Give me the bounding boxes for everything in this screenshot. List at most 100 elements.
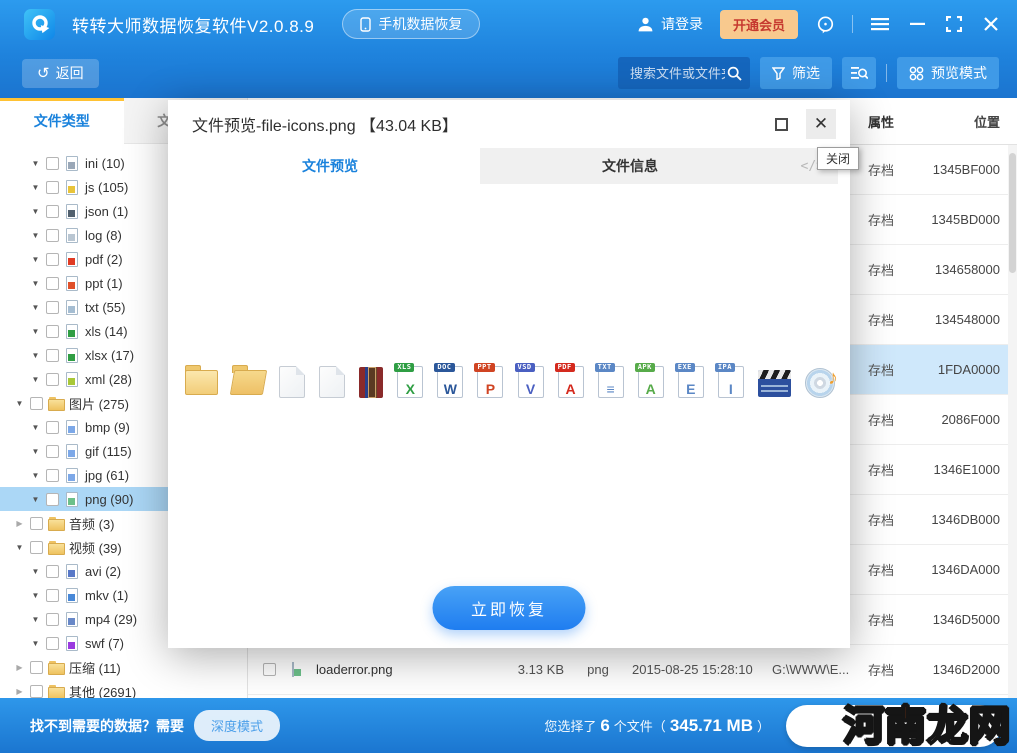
search-icon[interactable] — [727, 66, 742, 81]
filter-button[interactable]: 筛选 — [760, 57, 832, 89]
recover-selected-button[interactable] — [786, 705, 1001, 747]
login-button[interactable]: 请登录 — [637, 14, 703, 34]
tree-checkbox[interactable] — [46, 565, 59, 578]
cell-file-attr: 存档 — [850, 610, 912, 629]
modal-maximize-button[interactable] — [766, 109, 796, 139]
tree-checkbox[interactable] — [46, 229, 59, 242]
collapse-arrow-icon[interactable]: ▼ — [30, 255, 41, 264]
file-type-badge: APK — [635, 363, 655, 372]
tree-checkbox[interactable] — [46, 301, 59, 314]
collapse-arrow-icon[interactable]: ▼ — [30, 615, 41, 624]
vip-button[interactable]: 开通会员 — [720, 10, 798, 39]
tab-file-preview[interactable]: 文件预览 — [180, 148, 480, 184]
tree-checkbox[interactable] — [30, 397, 43, 410]
pdf-file-icon: PDFA — [558, 366, 584, 398]
tree-checkbox[interactable] — [30, 541, 43, 554]
search-list-icon — [851, 65, 868, 81]
tree-checkbox[interactable] — [46, 373, 59, 386]
header-location[interactable]: 位置 — [912, 112, 1008, 131]
tree-checkbox[interactable] — [46, 493, 59, 506]
collapse-arrow-icon[interactable]: ▼ — [30, 447, 41, 456]
collapse-arrow-icon[interactable]: ▼ — [30, 279, 41, 288]
tree-checkbox[interactable] — [46, 325, 59, 338]
minimize-icon[interactable] — [907, 14, 927, 34]
collapse-arrow-icon[interactable]: ▼ — [30, 591, 41, 600]
expand-arrow-icon[interactable]: ▶ — [14, 663, 25, 672]
collapse-arrow-icon[interactable]: ▼ — [30, 207, 41, 216]
tree-checkbox[interactable] — [30, 517, 43, 530]
row-checkbox[interactable] — [263, 663, 276, 676]
phone-recovery-button[interactable]: 手机数据恢复 — [342, 9, 480, 39]
collapse-arrow-icon[interactable]: ▼ — [30, 375, 41, 384]
titlebar-controls: 请登录 开通会员 — [637, 10, 1001, 39]
collapse-arrow-icon[interactable]: ▼ — [30, 471, 41, 480]
tree-item-label: jpg (61) — [85, 468, 129, 483]
tree-checkbox[interactable] — [46, 253, 59, 266]
close-icon[interactable] — [981, 14, 1001, 34]
collapse-arrow-icon[interactable]: ▼ — [30, 303, 41, 312]
tree-checkbox[interactable] — [46, 445, 59, 458]
tab-file-type[interactable]: 文件类型 — [0, 98, 124, 144]
collapse-arrow-icon[interactable]: ▼ — [30, 183, 41, 192]
cell-file-location: 1346DB000 — [912, 512, 1008, 527]
scrollbar-thumb[interactable] — [1009, 153, 1016, 273]
tree-checkbox[interactable] — [46, 421, 59, 434]
table-scrollbar[interactable] — [1008, 145, 1017, 698]
collapse-arrow-icon[interactable]: ▼ — [14, 543, 25, 552]
tree-checkbox[interactable] — [46, 277, 59, 290]
collapse-arrow-icon[interactable]: ▼ — [30, 231, 41, 240]
search-input[interactable] — [628, 65, 727, 82]
table-row[interactable]: loaderror.png3.13 KBpng2015-08-25 15:28:… — [248, 645, 1017, 695]
selection-summary: 您选择了 6 个文件（ 345.71 MB ） — [544, 716, 770, 736]
tree-checkbox[interactable] — [46, 157, 59, 170]
tree-checkbox[interactable] — [46, 637, 59, 650]
tree-checkbox[interactable] — [46, 349, 59, 362]
tree-item-zip[interactable]: ▶ 压缩 (11) — [0, 655, 247, 679]
collapse-arrow-icon[interactable]: ▼ — [30, 351, 41, 360]
collapse-arrow-icon[interactable]: ▼ — [30, 567, 41, 576]
cell-file-attr: 存档 — [850, 160, 912, 179]
tab-file-info[interactable]: 文件信息 — [480, 148, 780, 184]
tree-checkbox[interactable] — [46, 613, 59, 626]
tree-checkbox[interactable] — [46, 205, 59, 218]
collapse-arrow-icon[interactable]: ▼ — [30, 423, 41, 432]
selection-prefix: 您选择了 — [544, 716, 596, 735]
tree-checkbox[interactable] — [46, 181, 59, 194]
tree-checkbox[interactable] — [30, 661, 43, 674]
tree-item-label: swf (7) — [85, 636, 124, 651]
header-attr[interactable]: 属性 — [850, 112, 912, 131]
collapse-arrow-icon[interactable]: ▼ — [30, 159, 41, 168]
tree-item-label: txt (55) — [85, 300, 125, 315]
back-button[interactable]: ↺ 返回 — [22, 59, 99, 88]
collapse-arrow-icon[interactable]: ▼ — [30, 639, 41, 648]
preview-mode-button[interactable]: 预览模式 — [897, 57, 999, 89]
toolbar-right: 筛选 预览模式 — [618, 57, 999, 89]
menu-icon[interactable] — [870, 14, 890, 34]
tree-checkbox[interactable] — [46, 589, 59, 602]
file-type-glyph: I — [719, 382, 743, 396]
tree-checkbox[interactable] — [46, 469, 59, 482]
tree-item-label: 压缩 (11) — [69, 658, 121, 677]
folder-icon — [48, 395, 64, 411]
modal-close-button[interactable]: ✕ — [806, 109, 836, 139]
expand-arrow-icon[interactable]: ▶ — [14, 687, 25, 696]
support-icon[interactable] — [815, 14, 835, 34]
txt-file-icon — [66, 300, 78, 315]
statusbar-left: 找不到需要的数据？需要 深度模式 — [30, 710, 280, 741]
recover-now-button[interactable]: 立即恢复 — [433, 586, 586, 630]
advanced-search-button[interactable] — [842, 57, 876, 89]
deep-mode-button[interactable]: 深度模式 — [194, 710, 280, 741]
cell-file-attr: 存档 — [850, 410, 912, 429]
maximize-icon[interactable] — [944, 14, 964, 34]
collapse-arrow-icon[interactable]: ▼ — [30, 327, 41, 336]
tree-item-label: mp4 (29) — [85, 612, 137, 627]
collapse-arrow-icon[interactable]: ▼ — [14, 399, 25, 408]
expand-arrow-icon[interactable]: ▶ — [14, 519, 25, 528]
tree-checkbox[interactable] — [30, 685, 43, 698]
phone-icon — [360, 17, 371, 32]
cell-file-path: G:\WWW\E... — [768, 662, 850, 677]
collapse-arrow-icon[interactable]: ▼ — [30, 495, 41, 504]
cell-file-type: png — [568, 662, 628, 677]
app-logo — [24, 9, 55, 40]
log-file-icon — [66, 228, 78, 243]
